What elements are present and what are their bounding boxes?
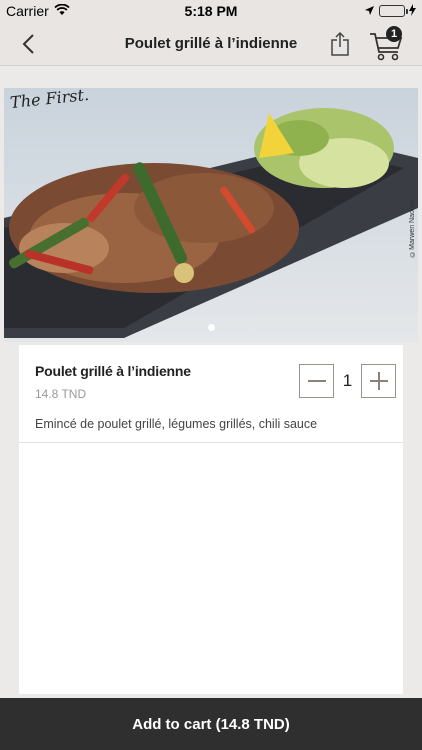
dish-photo-carousel[interactable]: The First. ©Marwen Naouar: [4, 88, 418, 342]
divider: [19, 442, 403, 443]
add-to-cart-button[interactable]: Add to cart (14.8 TND): [0, 698, 422, 750]
back-button[interactable]: [14, 30, 42, 58]
carousel-dot-active[interactable]: [207, 324, 215, 331]
status-right: [364, 3, 416, 19]
increase-quantity-button[interactable]: [361, 364, 396, 398]
dish-photo: [4, 88, 418, 342]
chevron-left-icon: [22, 34, 34, 54]
page-title: Poulet grillé à l’indienne: [124, 35, 298, 52]
decrease-quantity-button[interactable]: [299, 364, 334, 398]
carrier-label: Carrier: [6, 3, 49, 19]
photo-watermark: ©Marwen Naouar: [409, 200, 416, 257]
location-icon: [364, 3, 375, 19]
carousel-dots: [4, 324, 418, 331]
nav-bar: Poulet grillé à l’indienne 1: [0, 22, 422, 66]
status-bar: Carrier 5:18 PM: [0, 0, 422, 22]
status-left: Carrier: [6, 3, 70, 19]
quantity-value: 1: [342, 371, 353, 390]
item-card: Poulet grillé à l’indienne 14.8 TND 1 Em…: [19, 345, 403, 694]
battery-icon: [379, 5, 408, 17]
wifi-icon: [54, 3, 70, 19]
minus-icon: [307, 380, 326, 382]
item-price: 14.8 TND: [35, 387, 87, 401]
cart-count-badge: 1: [386, 26, 402, 42]
charging-icon: [409, 3, 416, 19]
item-description: Emincé de poulet grillé, légumes grillés…: [35, 417, 318, 431]
cart-button[interactable]: 1: [368, 26, 406, 62]
item-name: Poulet grillé à l’indienne: [35, 363, 191, 379]
share-button[interactable]: [326, 30, 354, 58]
share-icon: [331, 31, 349, 56]
plus-icon: [369, 372, 388, 390]
